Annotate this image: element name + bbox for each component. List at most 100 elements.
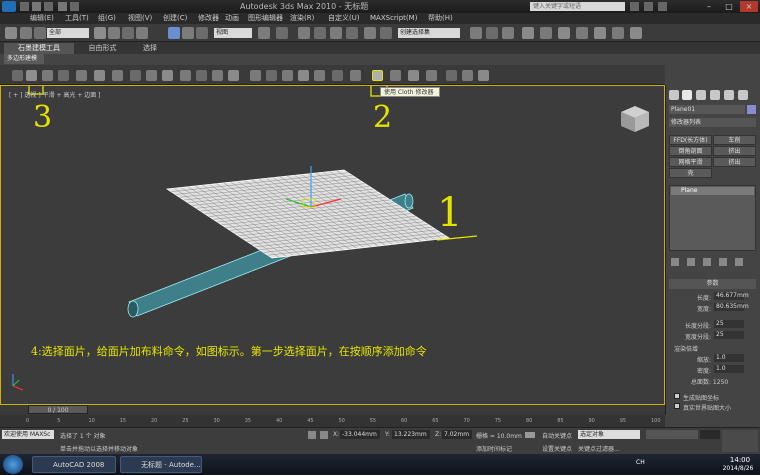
close-button[interactable]: × [740,1,758,12]
mod-icon-w[interactable] [408,70,419,81]
redo-icon[interactable] [70,2,79,11]
menu-animation[interactable]: 动画 [225,13,239,24]
subtab-polygon-modeling[interactable]: 多边形建模 [4,54,44,64]
scale-icon[interactable] [196,27,208,39]
mod-icon-s[interactable] [314,70,325,81]
selected-object-select[interactable]: 选定对象 [578,430,640,439]
angle-snap-icon[interactable] [314,27,326,39]
z-coord-field[interactable]: 7.02mm [442,430,472,439]
bevel-profile-button[interactable]: 倒角剖面 [669,146,712,156]
mod-icon-k[interactable] [180,70,191,81]
layer-icon[interactable] [486,27,498,39]
playback-controls[interactable] [646,430,698,439]
start-button[interactable] [3,455,23,474]
x-coord-field[interactable]: -33.044mm [340,430,380,439]
create-tab-icon[interactable] [669,90,679,100]
width-field[interactable]: 80.635mm [714,303,749,311]
plane-mesh-object[interactable] [165,169,451,259]
star-icon[interactable] [644,2,653,11]
pin-stack-icon[interactable] [671,258,679,266]
tab-selection[interactable]: 选择 [130,43,170,54]
reference-coord-select[interactable]: 视图 [214,28,252,38]
unlink-icon[interactable] [20,27,32,39]
curve-editor-icon[interactable] [522,27,534,39]
select-icon[interactable] [94,27,106,39]
auto-key-button[interactable]: 自动关键点 [542,431,572,440]
clock-date[interactable]: 2014/8/26 [716,465,760,472]
lock-selection-icon[interactable] [308,431,316,439]
tab-graphite-modeling[interactable]: 石墨建模工具 [4,43,74,54]
mod-icon-y[interactable] [446,70,457,81]
mod-icon-a[interactable] [12,70,23,81]
render-production-icon[interactable] [630,27,642,39]
render-setup-icon[interactable] [576,27,588,39]
taskbar-app-autocad[interactable]: AutoCAD 2008 [32,456,116,473]
move-icon[interactable] [168,27,180,39]
menu-maxscript[interactable]: MAXScript(M) [370,13,417,24]
track-bar[interactable]: 0 5 10 15 20 25 30 35 40 45 50 55 60 65 70 75 80 85 90 95 10… [0,415,665,427]
edit-named-selection-icon[interactable] [364,27,376,39]
shell-button[interactable]: 壳 [669,168,712,178]
mod-icon-m[interactable] [212,70,223,81]
make-unique-icon[interactable] [703,258,711,266]
align-icon[interactable] [470,27,482,39]
language-indicator[interactable]: CH [636,459,645,466]
width-segs-field[interactable]: 25 [714,331,744,339]
menu-rendering[interactable]: 渲染(R) [290,13,314,24]
bind-icon[interactable] [34,27,46,39]
mod-icon-aa[interactable] [478,70,489,81]
modify-tab-icon[interactable] [682,90,692,100]
mirror-icon[interactable] [380,27,392,39]
configure-sets-icon[interactable] [735,258,743,266]
quick-render-icon[interactable] [612,27,624,39]
snap-icon[interactable] [298,27,310,39]
viewcube-icon[interactable] [621,106,649,132]
menu-view[interactable]: 视图(V) [128,13,152,24]
minimize-button[interactable]: – [700,1,718,12]
spinner-snap-icon[interactable] [346,27,358,39]
menu-create[interactable]: 创建(C) [163,13,187,24]
manipulate-icon[interactable] [276,27,288,39]
help-icon[interactable] [658,2,667,11]
utilities-tab-icon[interactable] [738,90,748,100]
undo-icon[interactable] [58,2,67,11]
mod-icon-x[interactable] [426,70,437,81]
length-field[interactable]: 46.677mm [714,292,749,300]
remove-modifier-icon[interactable] [719,258,727,266]
menu-tools[interactable]: 工具(T) [65,13,89,24]
maxscript-listener[interactable]: 欢迎使用 MAXSc [2,430,54,439]
menu-graph-editors[interactable]: 图形编辑器 [248,13,283,24]
key-filters-button[interactable]: 关键点过滤器... [578,444,620,453]
rotate-icon[interactable] [182,27,194,39]
modifier-stack[interactable]: Plane [669,185,756,251]
y-coord-field[interactable]: 13.223mm [392,430,430,439]
modifier-list-select[interactable]: 修改器列表 [669,118,756,127]
parameters-rollout-title[interactable]: 参数 [669,279,756,289]
display-tab-icon[interactable] [724,90,734,100]
current-frame-field[interactable] [700,430,720,439]
pivot-icon[interactable] [258,27,270,39]
mesh-smooth-button[interactable]: 网格平滑 [669,157,712,167]
motion-tab-icon[interactable] [710,90,720,100]
mod-icon-t[interactable] [332,70,343,81]
menu-modifiers[interactable]: 修改器 [198,13,219,24]
mod-icon-h[interactable] [130,70,141,81]
mod-icon-u[interactable] [350,70,361,81]
window-crossing-icon[interactable] [136,27,148,39]
viewport-label[interactable]: [ + ] 透视 ] 平滑 + 高光 + 边面 ] [9,90,101,99]
hierarchy-tab-icon[interactable] [696,90,706,100]
length-segs-field[interactable]: 25 [714,320,744,328]
tab-freeform[interactable]: 自由形式 [80,43,125,54]
mod-icon-d[interactable] [58,70,69,81]
menu-customize[interactable]: 自定义(U) [328,13,360,24]
extrude-button[interactable]: 挤出 [713,146,756,156]
mod-icon-v[interactable] [390,70,401,81]
app-logo-icon[interactable] [2,1,16,12]
menu-help[interactable]: 帮助(H) [428,13,453,24]
object-name-field[interactable]: Plane01 [669,105,745,114]
binoculars-icon[interactable] [630,2,639,11]
mod-icon-o[interactable] [250,70,261,81]
stack-item-plane[interactable]: Plane [671,187,754,195]
taskbar-app-3dsmax[interactable]: 无标题 - Autode... [120,456,202,473]
link-icon[interactable] [5,27,17,39]
